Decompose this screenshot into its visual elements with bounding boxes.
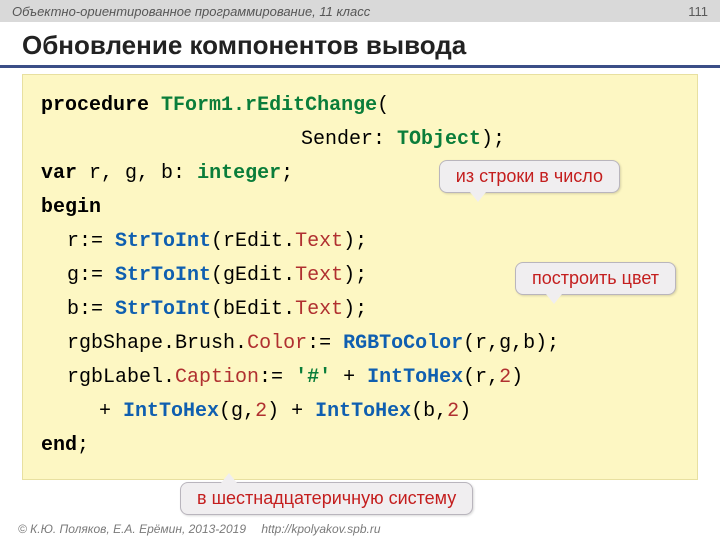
two: 2 — [255, 400, 267, 423]
kw-end: end — [41, 434, 77, 457]
inttohex: IntToHex — [367, 366, 463, 389]
inttohex: IntToHex — [123, 400, 219, 423]
g: g — [231, 400, 243, 423]
code-line: rgbLabel.Caption:= '#' + IntToHex(r,2) — [41, 361, 679, 395]
brush: Brush — [175, 332, 235, 355]
gedit: gEdit — [223, 264, 283, 287]
callout-build-color: построить цвет — [515, 262, 676, 295]
course-label: Объектно-ориентированное программировани… — [12, 4, 370, 19]
page-number: 111 — [688, 4, 708, 19]
strtoint: StrToInt — [115, 298, 211, 321]
code-line: + IntToHex(g,2) + IntToHex(b,2) — [41, 395, 679, 429]
header-bar: Объектно-ориентированное программировани… — [0, 0, 720, 22]
strtoint: StrToInt — [115, 264, 211, 287]
rgbshape: rgbShape — [67, 332, 163, 355]
copyright: © К.Ю. Поляков, Е.А. Ерёмин, 2013-2019 — [18, 522, 246, 536]
page-title: Обновление компонентов вывода — [0, 22, 720, 65]
tobject: TObject — [397, 128, 481, 151]
kw-var: var — [41, 162, 77, 185]
callout-string-to-int: из строки в число — [439, 160, 620, 193]
color-prop: Color — [247, 332, 307, 355]
kw-begin: begin — [41, 196, 101, 219]
footer-url: http://kpolyakov.spb.ru — [261, 522, 380, 536]
redit: rEdit — [223, 230, 283, 253]
vars: r, g, b — [89, 162, 173, 185]
code-line: end; — [41, 429, 679, 463]
integer-type: integer — [197, 162, 281, 185]
code-line: r:= StrToInt(rEdit.Text); — [41, 225, 679, 259]
hash-str: '#' — [295, 366, 331, 389]
code-line: procedure TForm1.rEditChange( — [41, 89, 679, 123]
text-prop: Text — [295, 230, 343, 253]
rgblabel: rgbLabel — [67, 366, 163, 389]
class-method: TForm1.rEditChange — [161, 94, 377, 117]
text-prop: Text — [295, 264, 343, 287]
b-assign: b:= — [67, 298, 115, 321]
kw-procedure: procedure — [41, 94, 149, 117]
bedit: bEdit — [223, 298, 283, 321]
text-prop: Text — [295, 298, 343, 321]
code-line: b:= StrToInt(bEdit.Text); — [41, 293, 679, 327]
args-rgb: (r,g,b); — [463, 332, 559, 355]
g-assign: g:= — [67, 264, 115, 287]
sender: Sender — [301, 128, 373, 151]
title-underline — [0, 65, 720, 68]
r: r — [475, 366, 487, 389]
r-assign: r:= — [67, 230, 115, 253]
two: 2 — [499, 366, 511, 389]
strtoint: StrToInt — [115, 230, 211, 253]
rgbtocolor: RGBToColor — [343, 332, 463, 355]
caption-prop: Caption — [175, 366, 259, 389]
code-line: Sender: TObject); — [41, 123, 679, 157]
code-line: rgbShape.Brush.Color:= RGBToColor(r,g,b)… — [41, 327, 679, 361]
footer: © К.Ю. Поляков, Е.А. Ерёмин, 2013-2019 h… — [18, 522, 381, 536]
two: 2 — [447, 400, 459, 423]
code-line: begin — [41, 191, 679, 225]
b: b — [423, 400, 435, 423]
callout-to-hex: в шестнадцатеричную систему — [180, 482, 473, 515]
inttohex: IntToHex — [315, 400, 411, 423]
